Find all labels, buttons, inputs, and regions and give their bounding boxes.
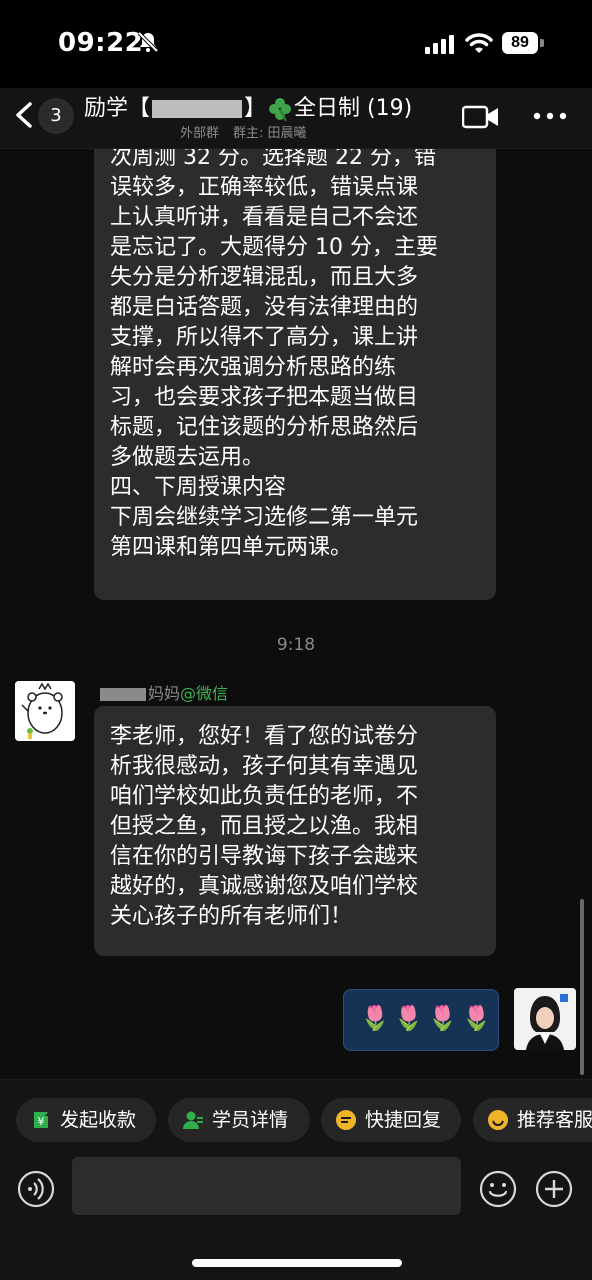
message-bubble-self[interactable]: 🌷🌷🌷🌷 [343, 989, 499, 1051]
member-count: (19) [367, 96, 413, 121]
title-prefix: 励学【 [84, 96, 151, 121]
battery-indicator: 89 [502, 32, 544, 54]
tulip-emoji-message: 🌷🌷🌷🌷 [360, 1004, 496, 1032]
portrait-avatar-icon [514, 988, 576, 1050]
chip-label: 快捷回复 [365, 1109, 442, 1131]
chip-label: 学员详情 [212, 1109, 289, 1131]
redacted-block [152, 100, 243, 118]
scrollbar[interactable] [580, 899, 584, 1075]
video-call-icon[interactable] [462, 104, 500, 130]
chip-label: 发起收款 [60, 1109, 137, 1131]
emoji-icon[interactable] [478, 1169, 518, 1209]
service-icon [488, 1110, 508, 1130]
group-tag: 外部群 [180, 126, 220, 141]
group-owner: 群主: 田晨曦 [233, 126, 307, 141]
message-bubble-parent[interactable]: 李老师，您好！看了您的试卷分 析我很感动，孩子何其有幸遇见 咱们学校如此负责任的… [94, 706, 496, 956]
plus-icon[interactable] [534, 1169, 574, 1209]
self-avatar[interactable] [514, 988, 576, 1050]
title-suffix: 】 [244, 96, 267, 121]
chat-title: 励学【 】 全日制 (19) [84, 90, 412, 123]
student-icon [183, 1111, 203, 1129]
quick-reply-icon [336, 1110, 356, 1130]
battery-level: 89 [502, 32, 538, 54]
unread-count-badge[interactable]: 3 [38, 98, 74, 134]
message-text: 李老师，您好！看了您的试卷分 析我很感动，孩子何其有幸遇见 咱们学校如此负责任的… [110, 724, 419, 929]
voice-icon[interactable] [16, 1169, 56, 1209]
signal-icon [425, 35, 454, 54]
bear-avatar-icon [15, 681, 75, 741]
message-input[interactable] [72, 1157, 461, 1215]
sender-suffix: 妈妈 [148, 684, 181, 703]
bell-slash-icon [137, 31, 159, 53]
message-timestamp: 9:18 [276, 635, 316, 655]
quick-reply-button[interactable]: 快捷回复 [321, 1098, 461, 1142]
recommend-service-button[interactable]: 推荐客服 [473, 1098, 592, 1142]
sender-source: @微信 [180, 684, 229, 703]
chat-header: 3 励学【 】 全日制 (19) 外部群 群主: 田晨曦 [0, 88, 592, 149]
message-text: 次周测 32 分。选择题 22 分，错 误较多，正确率较低，错误点课 上认真听讲… [110, 149, 438, 560]
input-bar [0, 1157, 592, 1280]
status-time: 09:22 [58, 28, 144, 58]
quick-action-bar: ¥ 发起收款 学员详情 快捷回复 推荐客服 [0, 1079, 592, 1160]
home-indicator [192, 1259, 402, 1267]
wifi-icon [465, 33, 493, 53]
redacted-block [100, 688, 146, 701]
status-bar: 09:22 89 [0, 0, 592, 88]
chat-subtitle: 外部群 群主: 田晨曦 [180, 122, 321, 141]
student-details-button[interactable]: 学员详情 [168, 1098, 310, 1142]
yuan-icon: ¥ [34, 1112, 48, 1128]
chat-area[interactable]: 次周测 32 分。选择题 22 分，错 误较多，正确率较低，错误点课 上认真听讲… [0, 149, 592, 1079]
sender-name: 妈妈@微信 [100, 680, 228, 704]
chip-label: 推荐客服 [517, 1109, 592, 1131]
message-bubble-teacher[interactable]: 次周测 32 分。选择题 22 分，错 误较多，正确率较低，错误点课 上认真听讲… [94, 149, 496, 600]
avatar[interactable] [15, 681, 75, 741]
clover-icon [269, 98, 292, 122]
back-chevron-icon[interactable] [10, 98, 40, 132]
title-rest: 全日制 [294, 96, 361, 121]
collect-payment-button[interactable]: ¥ 发起收款 [16, 1098, 156, 1142]
more-icon[interactable] [532, 106, 568, 126]
svg-text:¥: ¥ [38, 1115, 45, 1128]
